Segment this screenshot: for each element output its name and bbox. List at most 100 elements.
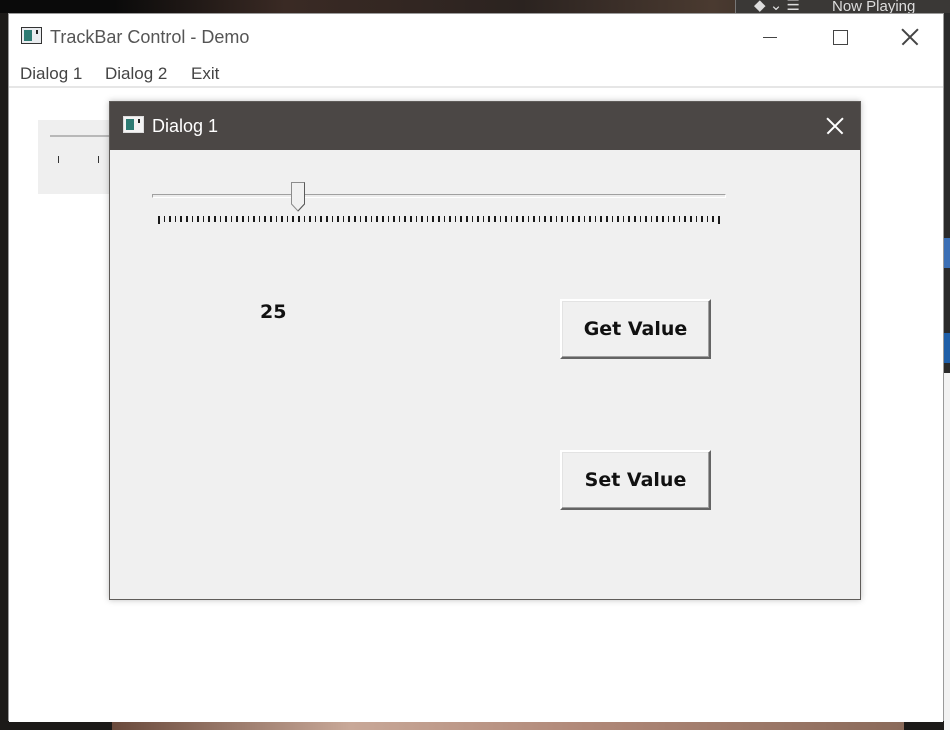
minimize-icon: [763, 36, 777, 38]
trackbar-tick: [202, 216, 205, 222]
trackbar-tick: [544, 216, 546, 222]
close-button[interactable]: [875, 14, 945, 60]
trackbar-tick: [382, 216, 384, 222]
menu-bar: Dialog 1 Dialog 2 Exit: [9, 60, 943, 88]
trackbar-tick: [628, 216, 630, 222]
trackbar-tick: [662, 216, 664, 222]
trackbar-tick: [281, 216, 283, 222]
trackbar-tick: [639, 216, 642, 222]
trackbar-tick: [533, 216, 535, 222]
trackbar-tick: [477, 216, 479, 222]
trackbar-tick: [622, 216, 625, 222]
trackbar-tick: [264, 216, 266, 222]
trackbar-tick: [398, 216, 401, 222]
trackbar-tick: [690, 216, 692, 222]
trackbar-tick: [253, 216, 255, 222]
desktop-background-right: [944, 13, 950, 730]
trackbar-tick: [555, 216, 558, 222]
trackbar-tick: [460, 216, 462, 222]
trackbar-tick: [376, 216, 378, 222]
trackbar-tick: [314, 216, 317, 222]
trackbar-tick: [410, 216, 412, 222]
trackbar-channel: [152, 194, 726, 198]
trackbar-tick-marks: [150, 216, 730, 224]
maximize-button[interactable]: [805, 14, 875, 60]
trackbar-tick: [505, 216, 507, 222]
trackbar-tick: [292, 216, 294, 222]
trackbar-tick: [634, 216, 636, 222]
trackbar-tick: [331, 216, 334, 222]
trackbar-tick: [516, 216, 518, 222]
trackbar-tick: [270, 216, 272, 222]
trackbar-tick: [527, 216, 530, 222]
dialog-1: Dialog 1 25 Get Value Set Value: [109, 101, 861, 600]
trackbar-tick: [494, 216, 496, 222]
trackbar-tick: [197, 216, 199, 222]
trackbar-tick: [550, 216, 552, 222]
trackbar-tick: [342, 216, 345, 222]
set-value-button[interactable]: Set Value: [560, 450, 711, 510]
now-playing-controls: ◆ ⌄ ☰: [754, 0, 800, 13]
trackbar-tick: [298, 216, 300, 222]
trackbar-tick: [572, 216, 574, 222]
trackbar-thumb[interactable]: [291, 182, 305, 212]
trackbar-tick: [326, 216, 328, 222]
trackbar-tick: [370, 216, 373, 222]
dialog-close-button[interactable]: [810, 102, 860, 150]
trackbar-tick: [701, 216, 703, 222]
trackbar-tick: [236, 216, 238, 222]
trackbar-tick: [230, 216, 233, 222]
trackbar-tick: [611, 216, 614, 222]
menu-item-exit[interactable]: Exit: [189, 64, 221, 84]
background-window-edge: [944, 333, 950, 363]
now-playing-widget[interactable]: ◆ ⌄ ☰ Now Playing: [735, 0, 950, 13]
trackbar-tick: [286, 216, 289, 222]
trackbar-tick: [538, 216, 541, 222]
trackbar-tick: [415, 216, 418, 222]
menu-item-dialog-1[interactable]: Dialog 1: [18, 64, 84, 84]
trackbar-tick: [359, 216, 362, 222]
trackbar-tick: [275, 216, 278, 222]
background-window-edge: [944, 238, 950, 268]
background-trackbar-tick: [58, 156, 59, 163]
trackbar-tick: [712, 216, 714, 222]
trackbar-tick: [365, 216, 367, 222]
trackbar-tick: [561, 216, 563, 222]
trackbar-tick: [163, 216, 166, 222]
trackbar-tick: [578, 216, 580, 222]
trackbar-tick: [348, 216, 350, 222]
trackbar[interactable]: [150, 178, 730, 226]
trackbar-tick: [393, 216, 395, 222]
trackbar-tick: [449, 216, 451, 222]
trackbar-tick: [606, 216, 608, 222]
app-window-icon: [123, 116, 144, 133]
window-title: TrackBar Control - Demo: [50, 27, 250, 47]
trackbar-tick: [247, 216, 250, 222]
background-trackbar-tick: [98, 156, 99, 163]
trackbar-tick: [482, 216, 485, 222]
trackbar-tick: [219, 216, 222, 222]
trackbar-tick: [432, 216, 434, 222]
trackbar-tick: [471, 216, 474, 222]
minimize-button[interactable]: [735, 14, 805, 60]
trackbar-tick: [438, 216, 440, 222]
trackbar-tick: [426, 216, 429, 222]
trackbar-tick: [566, 216, 569, 222]
trackbar-tick: [650, 216, 653, 222]
trackbar-tick: [309, 216, 311, 222]
value-label: 25: [260, 301, 287, 323]
trackbar-tick: [656, 216, 658, 222]
dialog-titlebar[interactable]: Dialog 1: [110, 102, 860, 150]
trackbar-tick: [158, 216, 160, 224]
trackbar-tick: [404, 216, 406, 222]
main-titlebar[interactable]: TrackBar Control - Demo: [9, 14, 943, 60]
trackbar-tick: [583, 216, 586, 222]
trackbar-tick: [600, 216, 602, 222]
background-trackbar: [38, 120, 120, 194]
trackbar-tick: [718, 216, 720, 224]
get-value-button[interactable]: Get Value: [560, 299, 711, 359]
trackbar-tick: [387, 216, 390, 222]
menu-item-dialog-2[interactable]: Dialog 2: [103, 64, 169, 84]
trackbar-tick: [466, 216, 468, 222]
trackbar-tick: [169, 216, 171, 222]
